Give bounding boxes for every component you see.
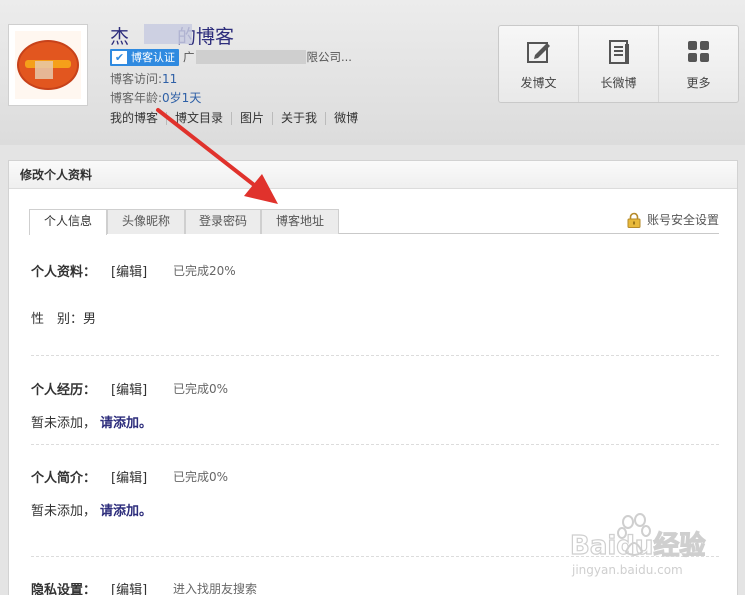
blog-header: 杰的博客 ✔ 博客认证 广限公司... 博客访问:11 博客年龄:0岁1天 我的… [0, 0, 745, 145]
experience-empty: 暂未添加， 请添加。 [31, 412, 721, 431]
grid-icon [687, 40, 709, 62]
post-article-label: 发博文 [520, 75, 557, 90]
age-label: 博客年龄: [110, 91, 163, 105]
intro-progress: 已完成0% [173, 470, 229, 484]
edit-profile-panel: 修改个人资料 个人信息 头像昵称 登录密码 博客地址 账号安全设置 个人资料： … [8, 160, 738, 595]
intro-add-link[interactable]: 请添加。 [100, 504, 152, 519]
account-security-link[interactable]: 账号安全设置 [627, 211, 719, 228]
post-article-button[interactable]: 发博文 [499, 26, 578, 102]
divider [31, 444, 719, 445]
gender-field: 性 别：男 [31, 312, 97, 327]
profile-progress: 已完成20% [173, 264, 236, 278]
visits-value: 11 [162, 72, 178, 86]
nav-pictures[interactable]: 图片 [231, 112, 272, 125]
privacy-note: 进入找朋友搜索 [173, 582, 258, 595]
lock-icon [627, 212, 641, 228]
divider [31, 556, 719, 557]
edit-icon [526, 41, 550, 63]
visits-stat: 博客访问:11 [110, 70, 177, 87]
document-icon [608, 39, 629, 64]
tab-avatar-nickname[interactable]: 头像昵称 [107, 209, 185, 234]
intro-empty: 暂未添加， 请添加。 [31, 500, 721, 519]
intro-label: 个人简介： [31, 471, 97, 486]
company-name: 广限公司... [183, 50, 352, 64]
intro-section: 个人简介： [编辑] 已完成0% 暂未添加， 请添加。 [31, 467, 721, 519]
divider [31, 355, 719, 356]
nav-my-blog[interactable]: 我的博客 [110, 112, 166, 125]
panel-title: 修改个人资料 [9, 161, 737, 189]
profile-tabs: 个人信息 头像昵称 登录密码 博客地址 账号安全设置 [29, 209, 719, 235]
intro-edit-link[interactable]: [编辑] [111, 467, 173, 486]
verified-badge[interactable]: ✔ 博客认证 [110, 48, 179, 66]
privacy-label: 隐私设置： [31, 583, 97, 595]
experience-empty-text: 暂未添加， [31, 416, 97, 431]
verification-row: ✔ 博客认证 广限公司... [110, 48, 352, 66]
long-weibo-label: 长微博 [600, 75, 637, 90]
check-icon: ✔ [112, 50, 127, 64]
blog-title-left: 杰 [110, 26, 130, 48]
more-button[interactable]: 更多 [658, 26, 738, 102]
experience-add-link[interactable]: 请添加。 [100, 416, 152, 431]
avatar[interactable] [8, 24, 88, 106]
experience-label: 个人经历： [31, 383, 97, 398]
tab-login-password[interactable]: 登录密码 [185, 209, 261, 234]
nav-weibo[interactable]: 微博 [325, 112, 366, 125]
nav-article-list[interactable]: 博文目录 [166, 112, 231, 125]
tab-blog-address[interactable]: 博客地址 [261, 209, 339, 234]
experience-section: 个人经历： [编辑] 已完成0% 暂未添加， 请添加。 [31, 379, 721, 431]
verified-label: 博客认证 [131, 51, 175, 64]
experience-progress: 已完成0% [173, 382, 229, 396]
privacy-section: 隐私设置： [编辑] 进入找朋友搜索 [31, 579, 721, 595]
blog-nav: 我的博客 博文目录 图片 关于我 微博 [110, 112, 366, 125]
age-stat: 博客年龄:0岁1天 [110, 89, 201, 106]
title-blur [144, 24, 192, 44]
intro-empty-text: 暂未添加， [31, 504, 97, 519]
profile-edit-link[interactable]: [编辑] [111, 261, 173, 280]
long-weibo-button[interactable]: 长微博 [578, 26, 658, 102]
age-value: 0岁1天 [162, 91, 202, 105]
account-security-label: 账号安全设置 [646, 213, 719, 227]
action-toolbar: 发博文 长微博 更多 [498, 25, 739, 103]
visits-label: 博客访问: [110, 72, 163, 86]
avatar-image [15, 31, 81, 99]
privacy-edit-link[interactable]: [编辑] [111, 579, 173, 595]
profile-label: 个人资料： [31, 265, 97, 280]
profile-section: 个人资料： [编辑] 已完成20% 性 别：男 [31, 261, 721, 327]
nav-about-me[interactable]: 关于我 [272, 112, 325, 125]
more-label: 更多 [686, 75, 711, 90]
experience-edit-link[interactable]: [编辑] [111, 379, 173, 398]
tab-personal-info[interactable]: 个人信息 [29, 209, 107, 235]
